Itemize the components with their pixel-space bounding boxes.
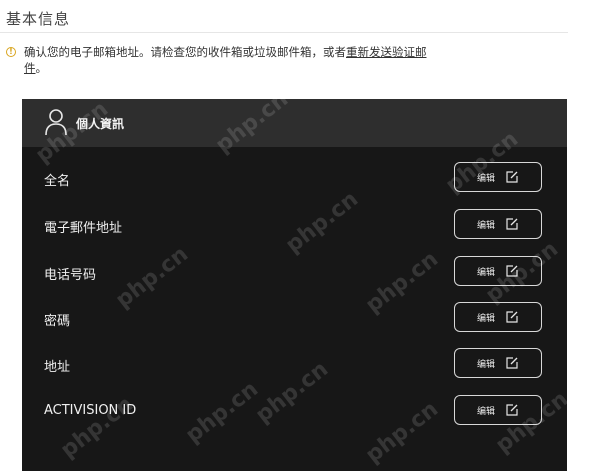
edit-button-label: 编辑 xyxy=(477,268,496,278)
user-icon xyxy=(45,109,67,136)
row-label-phone: 电话号码 xyxy=(44,268,97,283)
edit-button-label: 编辑 xyxy=(477,360,496,370)
row-phone: 电话号码 编辑 xyxy=(22,253,567,293)
panel-title: 個人資訊 xyxy=(76,117,125,131)
panel-header: 個人資訊 xyxy=(22,99,567,147)
personal-info-panel: 個人資訊 全名 编辑 電子郵件地址 编辑 电话号码 编辑 密碼 编辑 地址 编辑… xyxy=(22,99,567,471)
page: 基本信息 ! 确认您的电子邮箱地址。请检查您的收件箱或垃圾邮件箱，或者重新发送验… xyxy=(0,0,600,473)
edit-icon xyxy=(506,171,518,183)
notice-text-before: 确认您的电子邮箱地址。请检查您的收件箱或垃圾邮件箱，或者 xyxy=(24,45,346,59)
edit-button-label: 编辑 xyxy=(477,314,496,324)
edit-email-button[interactable]: 编辑 xyxy=(454,209,542,239)
divider xyxy=(0,32,568,33)
edit-icon xyxy=(506,404,518,416)
edit-icon xyxy=(506,311,518,323)
notice-text-after: 。 xyxy=(35,61,48,75)
row-address: 地址 编辑 xyxy=(22,345,567,385)
row-label-address: 地址 xyxy=(44,360,71,375)
row-password: 密碼 编辑 xyxy=(22,299,567,339)
section-title: 基本信息 xyxy=(6,10,71,28)
row-label-full-name: 全名 xyxy=(44,174,71,189)
row-label-activision-id: ACTIVISION ID xyxy=(44,403,137,418)
edit-icon xyxy=(506,265,518,277)
edit-activision-id-button[interactable]: 编辑 xyxy=(454,395,542,425)
row-label-password: 密碼 xyxy=(44,314,71,329)
edit-phone-button[interactable]: 编辑 xyxy=(454,256,542,286)
edit-address-button[interactable]: 编辑 xyxy=(454,348,542,378)
row-full-name: 全名 编辑 xyxy=(22,159,567,199)
row-activision-id: ACTIVISION ID 编辑 xyxy=(22,392,567,432)
warning-circle-icon: ! xyxy=(6,47,16,57)
edit-button-label: 编辑 xyxy=(477,407,496,417)
row-label-email: 電子郵件地址 xyxy=(44,221,123,236)
edit-icon xyxy=(506,218,518,230)
notice-text: 确认您的电子邮箱地址。请检查您的收件箱或垃圾邮件箱，或者重新发送验证邮件。 xyxy=(24,44,444,76)
edit-button-label: 编辑 xyxy=(477,174,496,184)
edit-full-name-button[interactable]: 编辑 xyxy=(454,162,542,192)
edit-button-label: 编辑 xyxy=(477,221,496,231)
edit-icon xyxy=(506,357,518,369)
row-email: 電子郵件地址 编辑 xyxy=(22,206,567,246)
edit-password-button[interactable]: 编辑 xyxy=(454,302,542,332)
